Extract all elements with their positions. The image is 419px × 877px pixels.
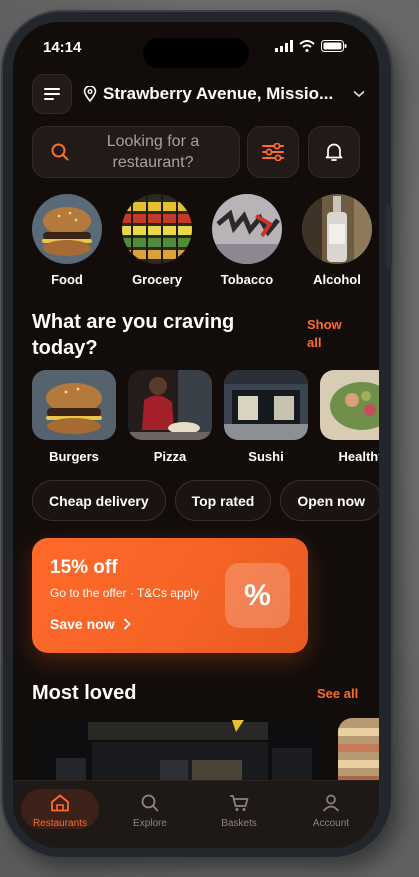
most-loved-title: Most loved <box>32 682 137 704</box>
sushi-image <box>224 370 308 440</box>
wifi-icon <box>299 40 315 52</box>
tab-baskets[interactable]: Baskets <box>199 781 279 841</box>
tobacco-image <box>212 194 282 264</box>
chip-top-rated[interactable]: Top rated <box>174 480 272 521</box>
tab-account[interactable]: Account <box>291 781 371 841</box>
menu-button[interactable] <box>32 74 72 114</box>
most-loved-card-image[interactable] <box>32 718 324 788</box>
category-label: Alcohol <box>313 272 361 287</box>
tab-label: Explore <box>133 817 167 829</box>
chevron-right-icon <box>123 618 131 630</box>
craving-sushi[interactable]: Sushi <box>224 370 308 464</box>
search-icon <box>141 794 159 811</box>
menu-icon <box>44 88 60 100</box>
filter-chips: Cheap delivery Top rated Open now <box>32 480 379 521</box>
home-icon <box>51 794 69 811</box>
phone-side-button <box>386 206 392 268</box>
most-loved-card-image-2[interactable] <box>338 718 379 788</box>
location-pin-icon <box>83 86 97 102</box>
category-list: Food Grocery Tobacco Alcohol <box>32 194 372 287</box>
category-tobacco[interactable]: Tobacco <box>212 194 282 287</box>
promo-banner[interactable]: 15% off Go to the offer · T&Cs apply Sav… <box>32 538 308 653</box>
battery-icon <box>321 40 347 52</box>
tab-explore[interactable]: Explore <box>110 781 190 841</box>
search-field[interactable]: Looking for a restaurant? <box>32 126 240 178</box>
search-icon <box>51 143 69 161</box>
status-icons <box>275 40 347 52</box>
chip-cheap-delivery[interactable]: Cheap delivery <box>32 480 166 521</box>
account-icon <box>322 794 340 812</box>
bottom-tab-bar: Restaurants Explore Baskets Account <box>13 780 379 848</box>
craving-list: Burgers Pizza Sushi Healthy <box>32 370 379 464</box>
chevron-down-icon <box>353 90 365 98</box>
grocery-image <box>122 194 192 264</box>
notifications-button[interactable] <box>308 126 360 178</box>
see-all-link[interactable]: See all <box>317 686 358 701</box>
burgers-image <box>32 370 116 440</box>
craving-label: Pizza <box>153 449 187 464</box>
location-label: Strawberry Avenue, Missio... <box>103 84 334 103</box>
craving-section-title: What are you craving today? <box>32 311 235 359</box>
percent-badge: % <box>225 563 290 628</box>
promo-title: 15% off <box>50 557 118 578</box>
category-label: Grocery <box>132 272 182 287</box>
category-label: Food <box>51 272 83 287</box>
craving-label: Sushi <box>248 449 284 464</box>
show-all-link[interactable]: Show all <box>307 316 357 352</box>
alcohol-image <box>302 194 372 264</box>
bell-icon <box>325 143 343 161</box>
signal-icon <box>275 40 293 52</box>
pizza-image <box>128 370 212 440</box>
status-time: 14:14 <box>43 39 82 56</box>
category-grocery[interactable]: Grocery <box>122 194 192 287</box>
filter-button[interactable] <box>247 126 299 178</box>
location-selector[interactable]: Strawberry Avenue, Missio... <box>83 84 365 104</box>
basket-icon <box>230 794 249 811</box>
craving-label: Healthy <box>338 449 379 464</box>
craving-label: Burgers <box>49 449 99 464</box>
tab-label: Account <box>312 817 350 829</box>
promo-subtitle: Go to the offer · T&Cs apply <box>50 586 199 600</box>
tab-label: Baskets <box>221 817 257 829</box>
sliders-icon <box>262 143 284 161</box>
save-now-label: Save now <box>50 616 115 632</box>
tab-restaurants[interactable]: Restaurants <box>20 781 100 841</box>
tab-label: Restaurants <box>33 817 87 829</box>
healthy-image <box>320 370 379 440</box>
dynamic-island <box>143 38 249 68</box>
app-screen: 14:14 Strawberry Avenue, Missio... Looki… <box>13 22 379 848</box>
food-image <box>32 194 102 264</box>
category-food[interactable]: Food <box>32 194 102 287</box>
category-label: Tobacco <box>220 272 274 287</box>
craving-pizza[interactable]: Pizza <box>128 370 212 464</box>
save-now-button[interactable]: Save now <box>50 616 131 632</box>
search-placeholder: Looking for a restaurant? <box>106 133 200 171</box>
craving-burgers[interactable]: Burgers <box>32 370 116 464</box>
craving-healthy[interactable]: Healthy <box>320 370 379 464</box>
chip-open-now[interactable]: Open now <box>280 480 379 521</box>
category-alcohol[interactable]: Alcohol <box>302 194 372 287</box>
